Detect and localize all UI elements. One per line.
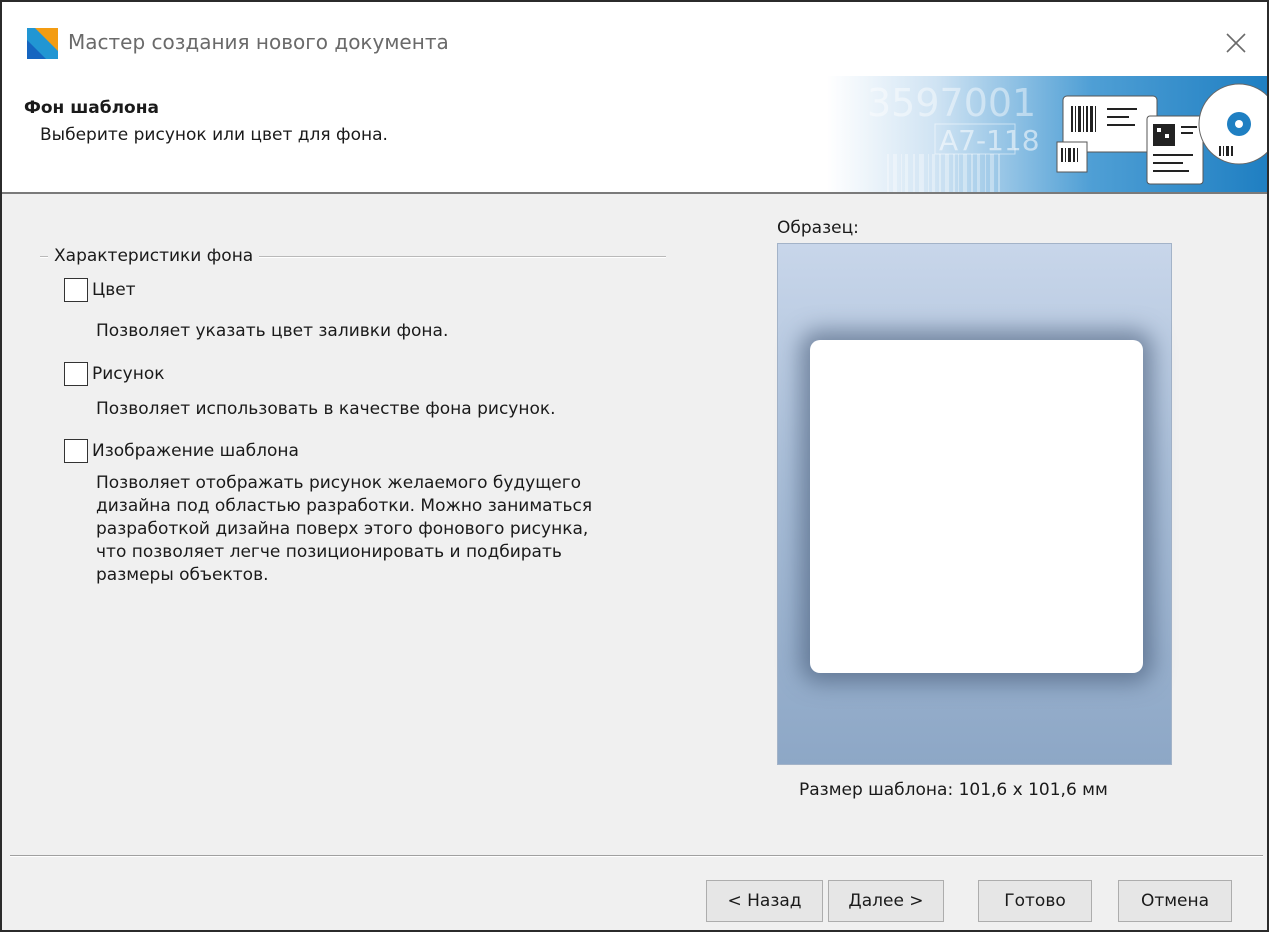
back-button[interactable]: < Назад: [706, 880, 823, 922]
wizard-header: Фон шаблона Выберите рисунок или цвет дл…: [2, 76, 1267, 194]
wizard-window: Мастер создания нового документа Фон шаб…: [0, 0, 1269, 932]
window-title: Мастер создания нового документа: [68, 30, 449, 54]
next-button[interactable]: Далее >: [828, 880, 944, 922]
template-image-description-line: размеры объектов.: [96, 565, 269, 585]
template-image-checkbox-label[interactable]: Изображение шаблона: [92, 441, 299, 461]
option-picture[interactable]: Рисунок: [64, 362, 165, 386]
template-image-description-line: что позволяет легче позиционировать и по…: [96, 542, 562, 562]
close-icon: [1226, 33, 1246, 53]
banner-code-text: A7-118: [939, 124, 1040, 157]
preview-title: Образец:: [777, 218, 859, 238]
template-image-description-line: Позволяет отображать рисунок желаемого б…: [96, 473, 582, 493]
picture-checkbox[interactable]: [64, 362, 88, 386]
template-image-description-line: дизайна под областью разработки. Можно з…: [96, 496, 593, 516]
bottom-separator: [10, 855, 1263, 857]
group-title: Характеристики фона: [48, 246, 260, 266]
page-subtitle: Выберите рисунок или цвет для фона.: [40, 125, 388, 145]
cancel-button[interactable]: Отмена: [1118, 880, 1232, 922]
template-image-description-line: разработкой дизайна поверх этого фоновог…: [96, 519, 589, 539]
preview-area: [777, 243, 1172, 765]
option-template-image[interactable]: Изображение шаблона: [64, 439, 299, 463]
template-image-checkbox[interactable]: [64, 439, 88, 463]
color-checkbox-label[interactable]: Цвет: [92, 280, 136, 300]
title-bar: Мастер создания нового документа: [2, 2, 1267, 76]
app-logo-icon: [27, 28, 58, 59]
finish-button[interactable]: Готово: [978, 880, 1092, 922]
banner-number-text: 3597001: [867, 81, 1036, 125]
template-size-text: Размер шаблона: 101,6 x 101,6 мм: [799, 780, 1108, 800]
color-checkbox[interactable]: [64, 278, 88, 302]
color-description: Позволяет указать цвет заливки фона.: [96, 321, 449, 341]
picture-checkbox-label[interactable]: Рисунок: [92, 364, 165, 384]
preview-label-shape: [810, 340, 1143, 673]
picture-description: Позволяет использовать в качестве фона р…: [96, 399, 556, 419]
option-color[interactable]: Цвет: [64, 278, 136, 302]
page-title: Фон шаблона: [24, 98, 159, 118]
banner-image: 3597001 A7-118: [827, 76, 1267, 192]
close-button[interactable]: [1219, 26, 1253, 60]
